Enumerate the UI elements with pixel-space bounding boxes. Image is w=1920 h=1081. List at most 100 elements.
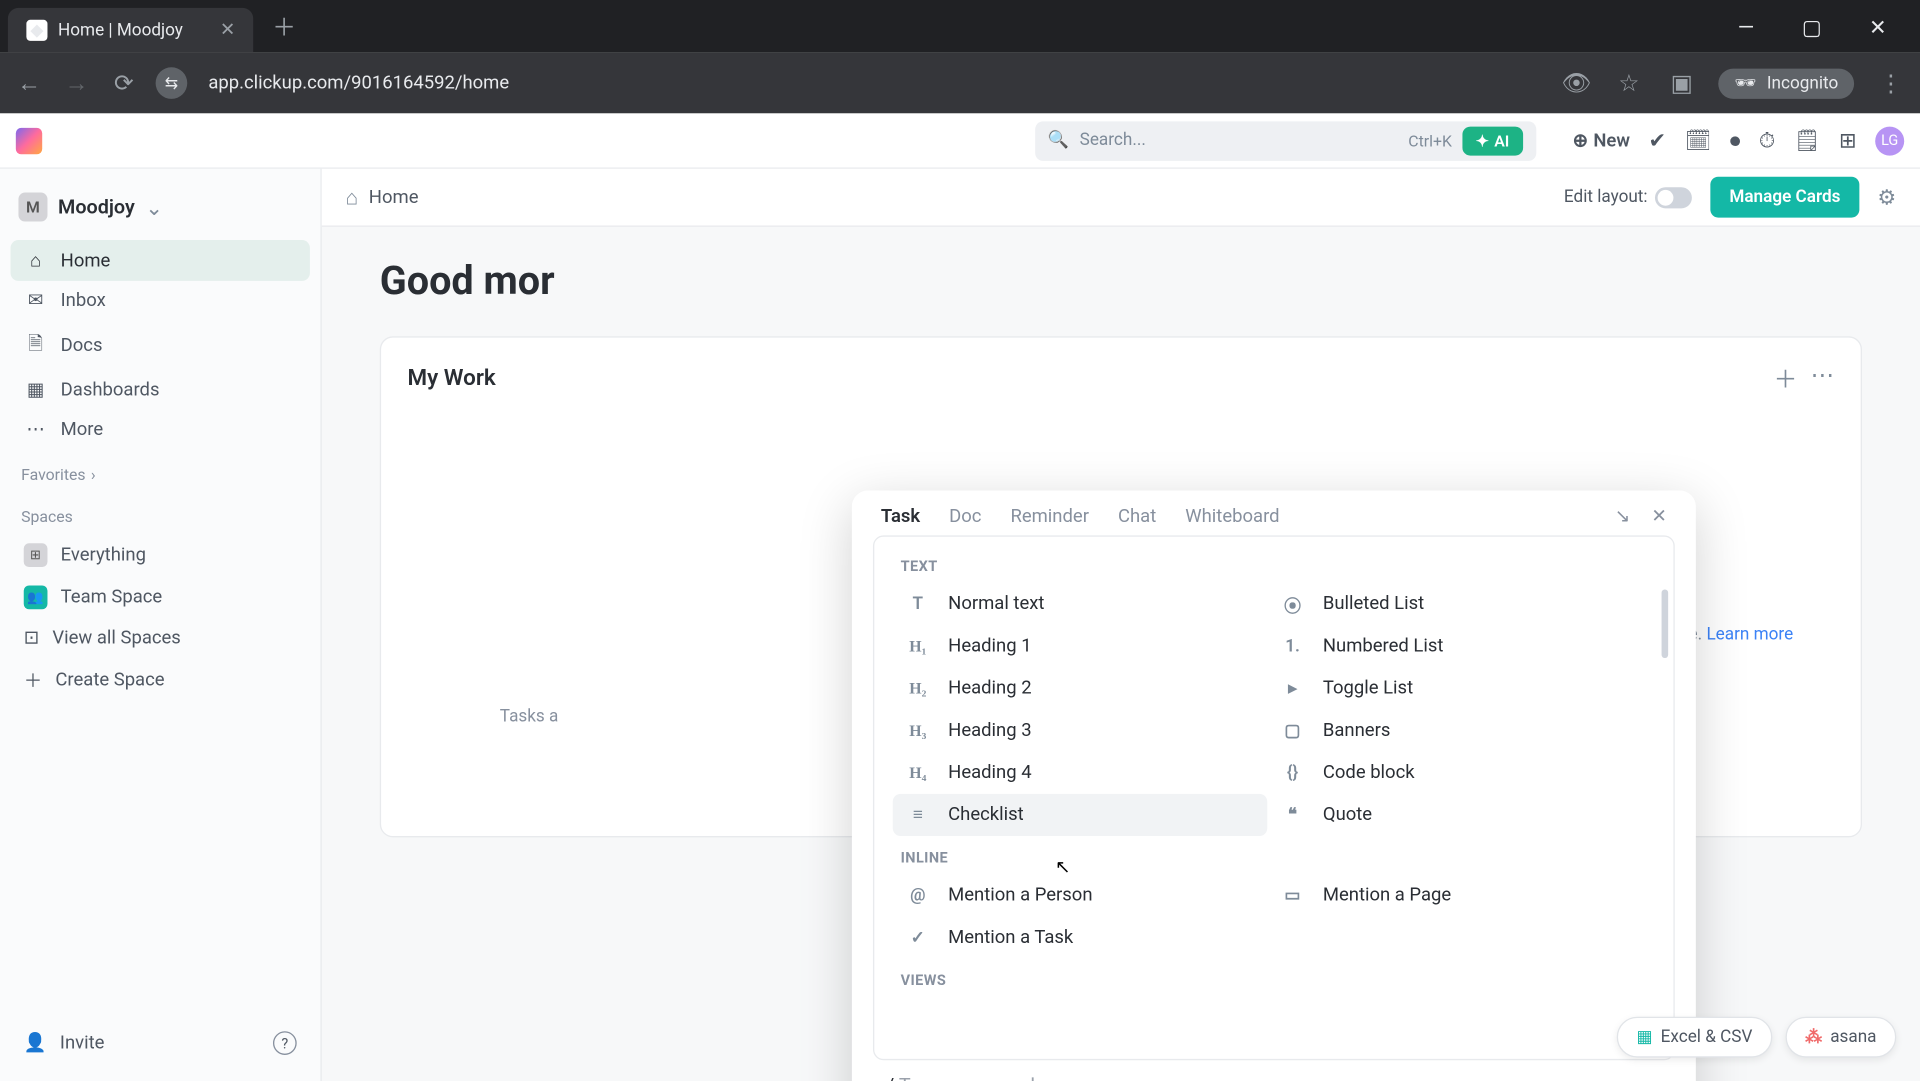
gear-icon[interactable]: ⚙ [1877,185,1896,210]
browser-tab[interactable]: ◆ Home | Moodjoy ✕ [8,8,254,53]
sidebar-item-more[interactable]: ⋯ More [11,410,310,450]
panel-icon[interactable]: ▣ [1666,69,1698,97]
slash-item-icon: ≡ [906,803,930,827]
sidebar-item-inbox[interactable]: ✉ Inbox [11,281,310,321]
site-info-icon[interactable]: ⇆ [156,67,188,99]
description-input[interactable]: / Type command... [852,1060,1696,1081]
home-outline-icon: ⌂ [345,184,358,210]
close-modal-icon[interactable]: ✕ [1651,506,1666,527]
apps-grid-icon[interactable]: ⊞ [1839,128,1857,153]
slash-item-checklist[interactable]: ≡Checklist [893,794,1268,836]
edit-layout-toggle[interactable]: Edit layout: [1564,187,1692,208]
minimize-modal-icon[interactable]: ↘ [1615,506,1630,527]
slash-item-label: Quote [1323,804,1372,825]
close-window-icon[interactable]: ✕ [1854,14,1901,39]
slash-item-label: Mention a Page [1323,885,1451,906]
space-create[interactable]: ＋ Create Space [11,658,310,703]
space-everything[interactable]: ⊞ Everything [11,534,310,576]
sidebar-item-dashboards[interactable]: ▦ Dashboards [11,371,310,411]
import-asana-chip[interactable]: ⁂asana [1785,1017,1896,1058]
slash-item-code-block[interactable]: {} Code block [1267,752,1642,794]
greeting-heading: Good mor [380,258,1862,304]
space-view-all[interactable]: ⊡ View all Spaces [11,618,310,658]
check-circle-icon[interactable]: ✔ [1648,128,1666,153]
manage-cards-button[interactable]: Manage Cards [1711,177,1859,218]
card-menu-icon[interactable]: ⋯ [1811,361,1835,395]
float-label: Excel & CSV [1661,1027,1753,1047]
slash-item-icon: {} [1281,761,1305,785]
slash-item-toggle-list[interactable]: ▸ Toggle List [1267,667,1642,709]
slash-item-heading-4[interactable]: H₄ Heading 4 [893,752,1268,794]
incognito-chip[interactable]: 🕶 Incognito [1719,68,1854,98]
slash-item-label: Code block [1323,762,1415,783]
bookmark-icon[interactable]: ☆ [1613,69,1645,97]
tab-doc[interactable]: Doc [949,506,981,527]
space-label: View all Spaces [52,628,180,649]
slash-item-numbered-list[interactable]: 1.Numbered List [1267,625,1642,667]
slash-item-bulleted-list[interactable]: ⦿Bulleted List [1267,583,1642,625]
slash-item-quote[interactable]: ❝Quote [1267,794,1642,836]
slash-item-icon: H₄ [906,761,930,785]
tab-task[interactable]: Task [881,506,920,527]
slash-item-label: Heading 2 [948,678,1031,699]
clickup-logo-icon[interactable] [16,127,42,153]
notepad-icon[interactable]: 🗒 [1794,128,1821,153]
new-tab-button[interactable]: ＋ [272,9,296,43]
invite-button[interactable]: Invite [60,1033,104,1054]
slash-item-normal-text[interactable]: TNormal text [893,583,1268,625]
slash-item-label: Heading 4 [948,762,1031,783]
record-icon[interactable]: ⏺ [1730,127,1741,153]
slash-item-label: Toggle List [1323,678,1413,699]
ai-button[interactable]: ✦ AI [1462,126,1522,155]
favorites-section[interactable]: Favorites › [11,450,310,492]
browser-menu-icon[interactable]: ⋮ [1875,69,1907,97]
menu-scrollbar[interactable] [1662,589,1669,658]
eye-off-icon[interactable]: 👁 [1560,69,1592,97]
slash-inline-mention-a-person[interactable]: @Mention a Person [893,874,1268,916]
slash-section-views: VIEWS [893,964,1674,997]
user-avatar[interactable]: LG [1875,126,1904,155]
sidebar-label: Dashboards [61,380,160,401]
slash-inline-mention-a-page[interactable]: ▭Mention a Page [1267,874,1642,916]
slash-item-icon: ⦿ [1281,592,1305,616]
clipboard-icon[interactable]: 🗓 [1685,128,1712,153]
back-icon[interactable]: ← [13,69,45,97]
invite-icon: 👤 [24,1033,47,1054]
slash-inline-mention-a-task[interactable]: ✓Mention a Task [893,916,1268,958]
close-tab-icon[interactable]: ✕ [220,20,235,41]
help-icon[interactable]: ? [273,1031,297,1055]
modal-tabs: Task Doc Reminder Chat Whiteboard ↘ ✕ [852,491,1696,528]
breadcrumb-home[interactable]: Home [369,187,419,208]
slash-item-banners[interactable]: ▢Banners [1267,709,1642,751]
timer-icon[interactable]: ⏱ [1759,127,1775,153]
minimize-icon[interactable]: — [1722,14,1769,39]
space-team[interactable]: 👥 Team Space [11,576,310,618]
main-area: ⌂ Home Edit layout: Manage Cards ⚙ Good … [322,169,1920,1081]
maximize-icon[interactable]: ▢ [1788,14,1835,39]
url-text[interactable]: app.clickup.com/9016164592/home [208,73,509,94]
learn-more-link[interactable]: Learn more [1706,625,1793,645]
add-icon[interactable]: ＋ [1774,361,1798,395]
slash-item-heading-1[interactable]: H₁Heading 1 [893,625,1268,667]
new-button[interactable]: ⊕ New [1573,130,1630,151]
global-search[interactable]: 🔍 Search... Ctrl+K ✦ AI [1035,121,1536,161]
space-label: Everything [61,545,146,566]
tab-chat[interactable]: Chat [1118,506,1156,527]
toggle-switch[interactable] [1655,187,1692,208]
forward-icon[interactable]: → [61,69,93,97]
browser-tab-strip: ◆ Home | Moodjoy ✕ ＋ — ▢ ✕ [0,0,1920,53]
slash-item-label: Banners [1323,720,1391,741]
inbox-icon: ✉ [24,290,48,311]
sidebar-item-docs[interactable]: 🗎 Docs [11,320,310,370]
tab-whiteboard[interactable]: Whiteboard [1185,506,1279,527]
slash-item-heading-2[interactable]: H₂Heading 2 [893,667,1268,709]
sidebar-item-home[interactable]: ⌂ Home [11,240,310,281]
tab-reminder[interactable]: Reminder [1010,506,1089,527]
slash-item-heading-3[interactable]: H₃Heading 3 [893,709,1268,751]
workspace-switcher[interactable]: M Moodjoy ⌄ [11,182,310,232]
reload-icon[interactable]: ⟳ [108,69,140,97]
slash-section-inline: INLINE [893,841,1674,874]
slash-item-label: Mention a Person [948,885,1092,906]
import-excel-chip[interactable]: ▦Excel & CSV [1617,1017,1772,1058]
slash-item-icon: ▸ [1281,676,1305,700]
